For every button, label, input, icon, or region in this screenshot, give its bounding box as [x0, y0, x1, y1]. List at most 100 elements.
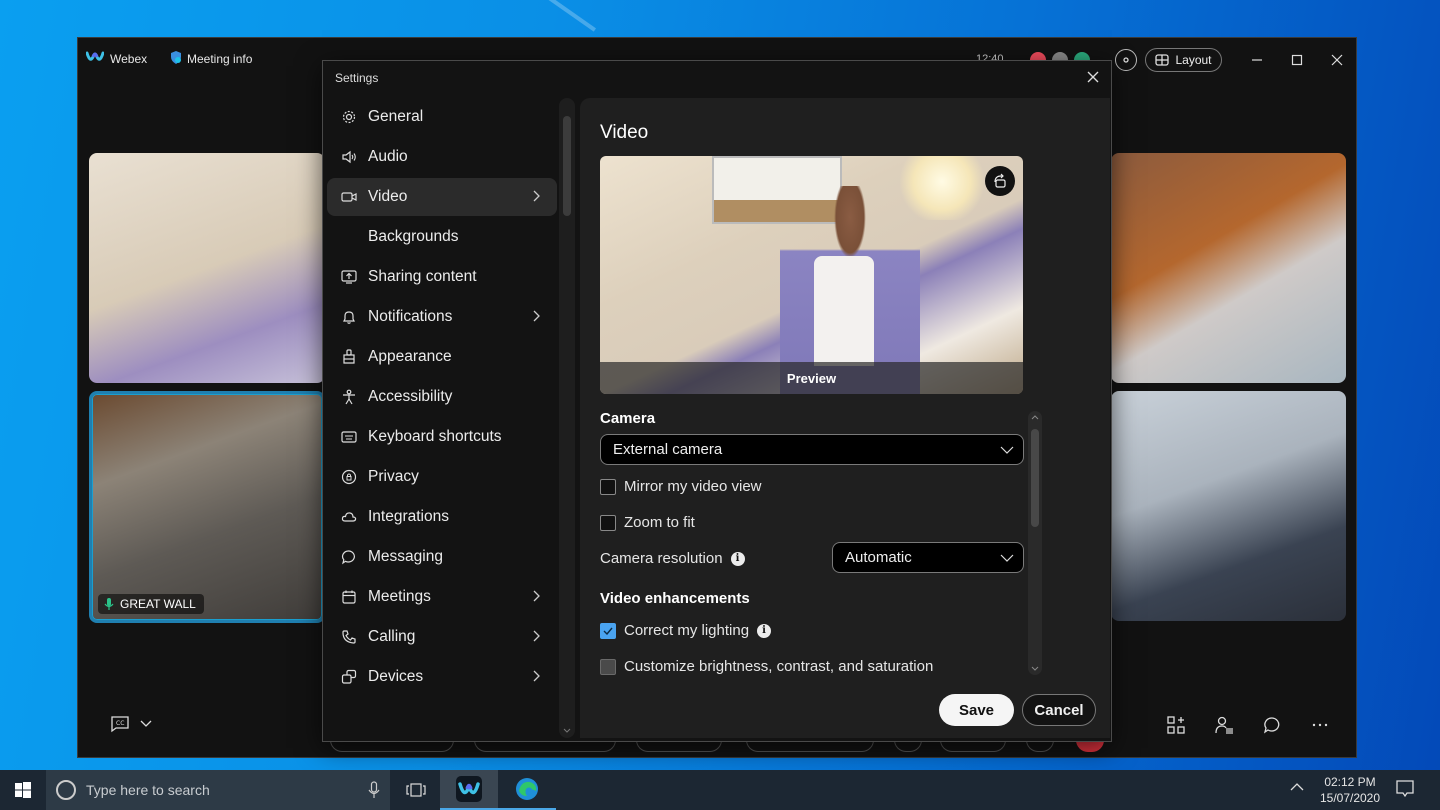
chevron-right-icon — [529, 309, 543, 323]
apps-add-button[interactable] — [1166, 715, 1186, 735]
speaker-icon — [340, 148, 358, 166]
apps-add-icon — [1167, 716, 1185, 734]
cortana-icon — [56, 780, 76, 800]
show-hidden-icons-chevron-up-icon[interactable] — [1290, 782, 1304, 792]
settings-nav-label: Calling — [368, 628, 416, 645]
chevron-right-icon — [529, 669, 543, 683]
chevron-down-icon — [1000, 446, 1014, 454]
chat-button[interactable] — [1262, 715, 1282, 735]
closed-captions-control[interactable]: CC — [110, 715, 152, 733]
settings-nav-item-meetings[interactable]: Meetings — [327, 578, 557, 616]
keyboard-icon — [340, 428, 358, 446]
scrollbar-thumb[interactable] — [1031, 429, 1039, 527]
settings-nav-item-calling[interactable]: Calling — [327, 618, 557, 656]
settings-nav-label: Integrations — [368, 508, 449, 525]
bell-icon — [340, 308, 358, 326]
participants-button[interactable] — [1214, 715, 1234, 735]
layout-button[interactable]: Layout — [1145, 48, 1222, 72]
settings-nav-label: Audio — [368, 148, 408, 165]
correct-lighting-option[interactable]: Correct my lighting i — [600, 622, 772, 639]
participants-icon — [1215, 716, 1233, 734]
settings-nav-item-backgrounds[interactable]: Backgrounds — [327, 218, 557, 256]
start-button[interactable] — [0, 770, 46, 810]
save-button[interactable]: Save — [939, 694, 1014, 726]
taskbar-clock[interactable]: 02:12 PM 15/07/2020 — [1312, 774, 1388, 806]
close-icon — [1331, 54, 1343, 66]
webex-app-icon — [456, 776, 482, 802]
chat-bubble-icon — [340, 548, 358, 566]
chevron-up-icon — [1031, 415, 1039, 420]
minimize-button[interactable] — [1242, 48, 1272, 72]
camera-resolution-label: Camera resolution — [600, 550, 723, 567]
settings-nav-label: Accessibility — [368, 388, 453, 405]
action-center-notification-icon[interactable] — [1396, 780, 1414, 798]
settings-nav-item-notifications[interactable]: Notifications — [327, 298, 557, 336]
scrollbar-thumb[interactable] — [563, 116, 571, 216]
checkmark-icon — [603, 627, 613, 635]
mirror-video-option[interactable]: Mirror my video view — [600, 478, 762, 495]
windows-taskbar: Type here to search 02:12 PM 15/07/2020 — [0, 770, 1440, 810]
settings-nav-item-accessibility[interactable]: Accessibility — [327, 378, 557, 416]
taskbar-search-box[interactable]: Type here to search — [46, 770, 390, 810]
zoom-to-fit-checkbox[interactable] — [600, 514, 616, 531]
meeting-info-button[interactable]: Meeting info — [170, 51, 252, 67]
taskbar-webex-app[interactable] — [440, 770, 498, 810]
close-window-button[interactable] — [1322, 48, 1352, 72]
maximize-icon — [1291, 54, 1303, 66]
customize-image-checkbox[interactable] — [600, 658, 616, 675]
calendar-icon — [340, 588, 358, 606]
brand-label: Webex — [110, 51, 148, 66]
participant-video-tile[interactable] — [1111, 391, 1346, 621]
mirror-video-checkbox[interactable] — [600, 478, 616, 495]
settings-nav-item-audio[interactable]: Audio — [327, 138, 557, 176]
webex-brand[interactable]: Webex — [85, 51, 148, 66]
video-panel-scrollbar[interactable] — [1028, 411, 1042, 675]
participant-name: GREAT WALL — [120, 597, 196, 611]
settings-nav-item-messaging[interactable]: Messaging — [327, 538, 557, 576]
settings-nav-scrollbar[interactable] — [559, 98, 575, 738]
zoom-to-fit-option[interactable]: Zoom to fit — [600, 514, 695, 531]
correct-lighting-checkbox[interactable] — [600, 622, 616, 639]
camera-resolution-select[interactable]: Automatic — [832, 542, 1024, 573]
participant-name-badge: GREAT WALL — [98, 594, 204, 614]
settings-nav-label: Notifications — [368, 308, 453, 325]
cancel-button[interactable]: Cancel — [1022, 694, 1096, 726]
rotate-camera-button[interactable] — [985, 166, 1015, 196]
accessibility-icon — [340, 388, 358, 406]
settings-nav-item-integrations[interactable]: Integrations — [327, 498, 557, 536]
cloud-icon — [340, 508, 358, 526]
task-view-button[interactable] — [400, 770, 432, 810]
maximize-button[interactable] — [1282, 48, 1312, 72]
settings-nav-item-appearance[interactable]: Appearance — [327, 338, 557, 376]
settings-close-button[interactable] — [1083, 67, 1103, 87]
zoom-in-button[interactable] — [1115, 49, 1137, 71]
chevron-down-icon — [563, 728, 571, 733]
participant-video-tile[interactable] — [1111, 153, 1346, 383]
taskbar-edge-app[interactable] — [498, 770, 556, 810]
chevron-down-icon — [1031, 666, 1039, 671]
settings-nav-item-video[interactable]: Video — [327, 178, 557, 216]
correct-lighting-label: Correct my lighting — [624, 622, 750, 639]
info-icon[interactable]: i — [730, 551, 745, 566]
camera-select[interactable]: External camera — [600, 434, 1024, 465]
info-icon[interactable]: i — [757, 623, 772, 638]
settings-nav-label: General — [368, 108, 424, 125]
chevron-right-icon — [529, 629, 543, 643]
rotate-camera-icon — [994, 173, 1006, 188]
customize-image-label: Customize brightness, contrast, and satu… — [624, 658, 934, 675]
video-enhancements-label: Video enhancements — [600, 590, 750, 607]
settings-nav-item-devices[interactable]: Devices — [327, 658, 557, 696]
settings-nav-label: Appearance — [368, 348, 452, 365]
clock-time: 02:12 PM — [1324, 775, 1376, 789]
settings-nav-item-keyboard-shortcuts[interactable]: Keyboard shortcuts — [327, 418, 557, 456]
customize-image-option[interactable]: Customize brightness, contrast, and satu… — [600, 658, 933, 675]
meeting-info-label: Meeting info — [187, 52, 253, 66]
participant-video-tile[interactable] — [89, 153, 325, 383]
settings-nav-item-sharing-content[interactable]: Sharing content — [327, 258, 557, 296]
settings-nav-item-general[interactable]: General — [327, 98, 557, 136]
more-options-button[interactable] — [1310, 715, 1330, 735]
task-view-icon — [406, 783, 426, 797]
microphone-icon — [104, 598, 114, 610]
settings-nav-item-privacy[interactable]: Privacy — [327, 458, 557, 496]
participant-video-tile-active[interactable]: GREAT WALL — [89, 391, 325, 623]
